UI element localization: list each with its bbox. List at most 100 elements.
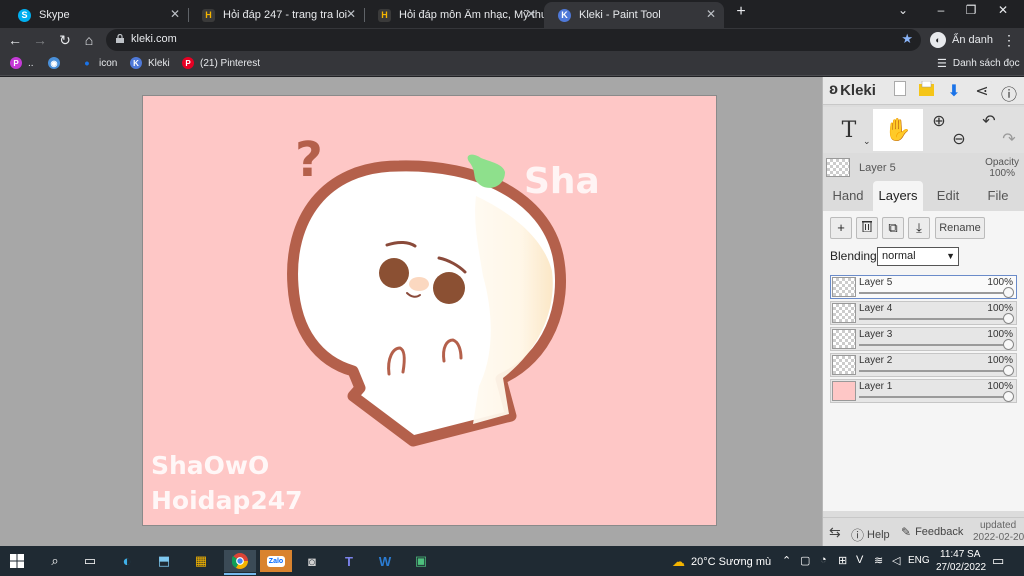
- tab-kleki[interactable]: K Kleki - Paint Tool ✕: [544, 2, 724, 28]
- teams-icon[interactable]: T: [338, 550, 360, 572]
- clock-time[interactable]: 11:47 SA: [940, 549, 980, 560]
- tray-app-icon[interactable]: ◔: [820, 554, 827, 566]
- reading-list-button[interactable]: ☰ Danh sách đọc: [937, 57, 1020, 70]
- tab-hand[interactable]: Hand: [827, 181, 869, 211]
- rename-layer-button[interactable]: Rename: [935, 217, 985, 239]
- incognito-profile-button[interactable]: ◐ Ẩn danh: [930, 30, 993, 50]
- slider-knob[interactable]: [1003, 287, 1014, 298]
- layer-row-1[interactable]: Layer 1 100%: [830, 379, 1017, 403]
- wifi-icon[interactable]: ≋: [874, 554, 883, 567]
- duplicate-layer-button[interactable]: ⧉: [882, 217, 904, 239]
- merge-layer-button[interactable]: ⤓: [908, 217, 930, 239]
- task-view-icon[interactable]: ▭: [79, 550, 101, 572]
- windows-start-icon[interactable]: [6, 550, 28, 572]
- layer-row-4[interactable]: Layer 4 100%: [830, 301, 1017, 325]
- restore-button[interactable]: ❐: [956, 3, 986, 17]
- layer-opacity-slider[interactable]: [859, 318, 1009, 320]
- forward-button[interactable]: →: [31, 31, 49, 49]
- clock-date[interactable]: 27/02/2022: [936, 562, 986, 573]
- minimize-button[interactable]: –: [926, 3, 956, 17]
- edge-icon[interactable]: ◐: [116, 550, 138, 572]
- bookmark-star-icon[interactable]: ★: [901, 31, 913, 47]
- layer-opacity-slider[interactable]: [859, 370, 1009, 372]
- layer-opacity-slider[interactable]: [859, 396, 1009, 398]
- tab-layers[interactable]: Layers: [873, 181, 923, 211]
- close-icon[interactable]: ✕: [706, 7, 716, 21]
- zoom-out-button[interactable]: ⊖: [949, 129, 969, 149]
- reload-button[interactable]: ↻: [56, 31, 74, 49]
- redo-button[interactable]: ↷: [999, 129, 1019, 149]
- home-button[interactable]: ⌂: [80, 31, 98, 49]
- blending-value: normal: [882, 250, 916, 262]
- drawing-canvas[interactable]: ? Sha ShaOwO Hoidap247: [142, 95, 717, 526]
- volume-icon[interactable]: ◁: [892, 554, 900, 567]
- save-icon[interactable]: [915, 80, 937, 101]
- word-icon[interactable]: W: [374, 550, 396, 572]
- new-tab-button[interactable]: +: [726, 3, 756, 21]
- tab-hoidap-amnhac[interactable]: H Hỏi đáp môn Âm nhạc, Mỹ thuật... ✕: [364, 2, 544, 28]
- slider-knob[interactable]: [1003, 365, 1014, 376]
- layer-opacity-slider[interactable]: [859, 344, 1009, 346]
- bookmark-globe[interactable]: ◉: [48, 57, 66, 69]
- close-icon[interactable]: ✕: [526, 7, 536, 21]
- layer-row-3[interactable]: Layer 3 100%: [830, 327, 1017, 351]
- close-icon[interactable]: ✕: [346, 7, 356, 21]
- store-icon[interactable]: ▦: [190, 550, 212, 572]
- app-icon[interactable]: ▣: [410, 550, 432, 572]
- text-tool[interactable]: T ⌄: [827, 109, 871, 151]
- help-button[interactable]: ⓘ Help: [851, 525, 890, 544]
- tray-vpn-icon[interactable]: V: [856, 554, 863, 566]
- tab-skype[interactable]: S Skype ✕: [4, 2, 188, 28]
- language-indicator[interactable]: ENG: [908, 555, 930, 566]
- chrome-icon[interactable]: [224, 550, 256, 572]
- layer-name: Layer 1: [859, 381, 893, 392]
- undo-icon: ↶: [982, 113, 996, 130]
- pinterest-icon: P: [182, 57, 194, 69]
- close-icon[interactable]: ✕: [170, 7, 180, 21]
- slider-knob[interactable]: [1003, 339, 1014, 350]
- tab-search-button[interactable]: ⌄: [888, 3, 918, 17]
- tab-file[interactable]: File: [977, 181, 1019, 211]
- tray-zalo-icon[interactable]: ▢: [800, 554, 810, 567]
- bookmark-kleki[interactable]: K Kleki: [130, 57, 170, 69]
- add-layer-button[interactable]: +: [830, 217, 852, 239]
- layer-name: Layer 4: [859, 303, 893, 314]
- tray-teams-icon[interactable]: ⊞: [838, 554, 847, 567]
- undo-button[interactable]: ↶: [979, 111, 999, 131]
- back-button[interactable]: ←: [6, 31, 24, 49]
- onedrive-icon[interactable]: ⬒: [153, 550, 175, 572]
- download-icon[interactable]: ⬇: [943, 81, 965, 101]
- layer-thumbnail: [832, 303, 856, 323]
- share-icon[interactable]: ⋖: [971, 81, 993, 101]
- menu-button[interactable]: ⋮: [1000, 31, 1018, 49]
- search-icon[interactable]: ⌕: [44, 550, 66, 572]
- weather-widget[interactable]: ☁ 20°C Sương mù: [672, 554, 771, 570]
- slider-knob[interactable]: [1003, 391, 1014, 402]
- slider-knob[interactable]: [1003, 313, 1014, 324]
- layer-opacity-slider[interactable]: [859, 292, 1009, 294]
- profile-label: Ẩn danh: [952, 34, 993, 46]
- close-window-button[interactable]: ✕: [988, 3, 1018, 17]
- camera-icon[interactable]: ◙: [301, 550, 323, 572]
- zoom-in-button[interactable]: ⊕: [929, 111, 949, 131]
- help-icon[interactable]: ⓘ: [998, 81, 1020, 105]
- tab-edit[interactable]: Edit: [927, 181, 969, 211]
- notification-icon[interactable]: ▭: [992, 553, 1004, 569]
- tray-chevron-icon[interactable]: ⌃: [782, 554, 791, 567]
- feedback-button[interactable]: ✎ Feedback: [901, 525, 963, 539]
- hand-tool[interactable]: ✋: [873, 109, 923, 151]
- bookmark-pinterest[interactable]: P (21) Pinterest: [182, 57, 260, 69]
- swap-icon[interactable]: ⇆: [829, 524, 841, 541]
- bookmark-picsart[interactable]: P ..: [10, 57, 34, 69]
- skype-icon: S: [18, 8, 31, 22]
- address-bar[interactable]: kleki.com ★: [106, 29, 921, 51]
- layer-row-5[interactable]: Layer 5 100%: [830, 275, 1017, 299]
- canvas-workspace[interactable]: ? Sha ShaOwO Hoidap247: [0, 77, 822, 546]
- layer-row-2[interactable]: Layer 2 100%: [830, 353, 1017, 377]
- delete-layer-button[interactable]: [856, 217, 878, 239]
- new-image-icon[interactable]: [889, 81, 911, 101]
- bookmark-icon[interactable]: • icon: [81, 55, 118, 71]
- tab-hoidap[interactable]: H Hỏi đáp 247 - trang tra loi ✕: [188, 2, 364, 28]
- blending-select[interactable]: normal ▼: [877, 247, 959, 266]
- zalo-icon[interactable]: Zalo: [260, 550, 292, 572]
